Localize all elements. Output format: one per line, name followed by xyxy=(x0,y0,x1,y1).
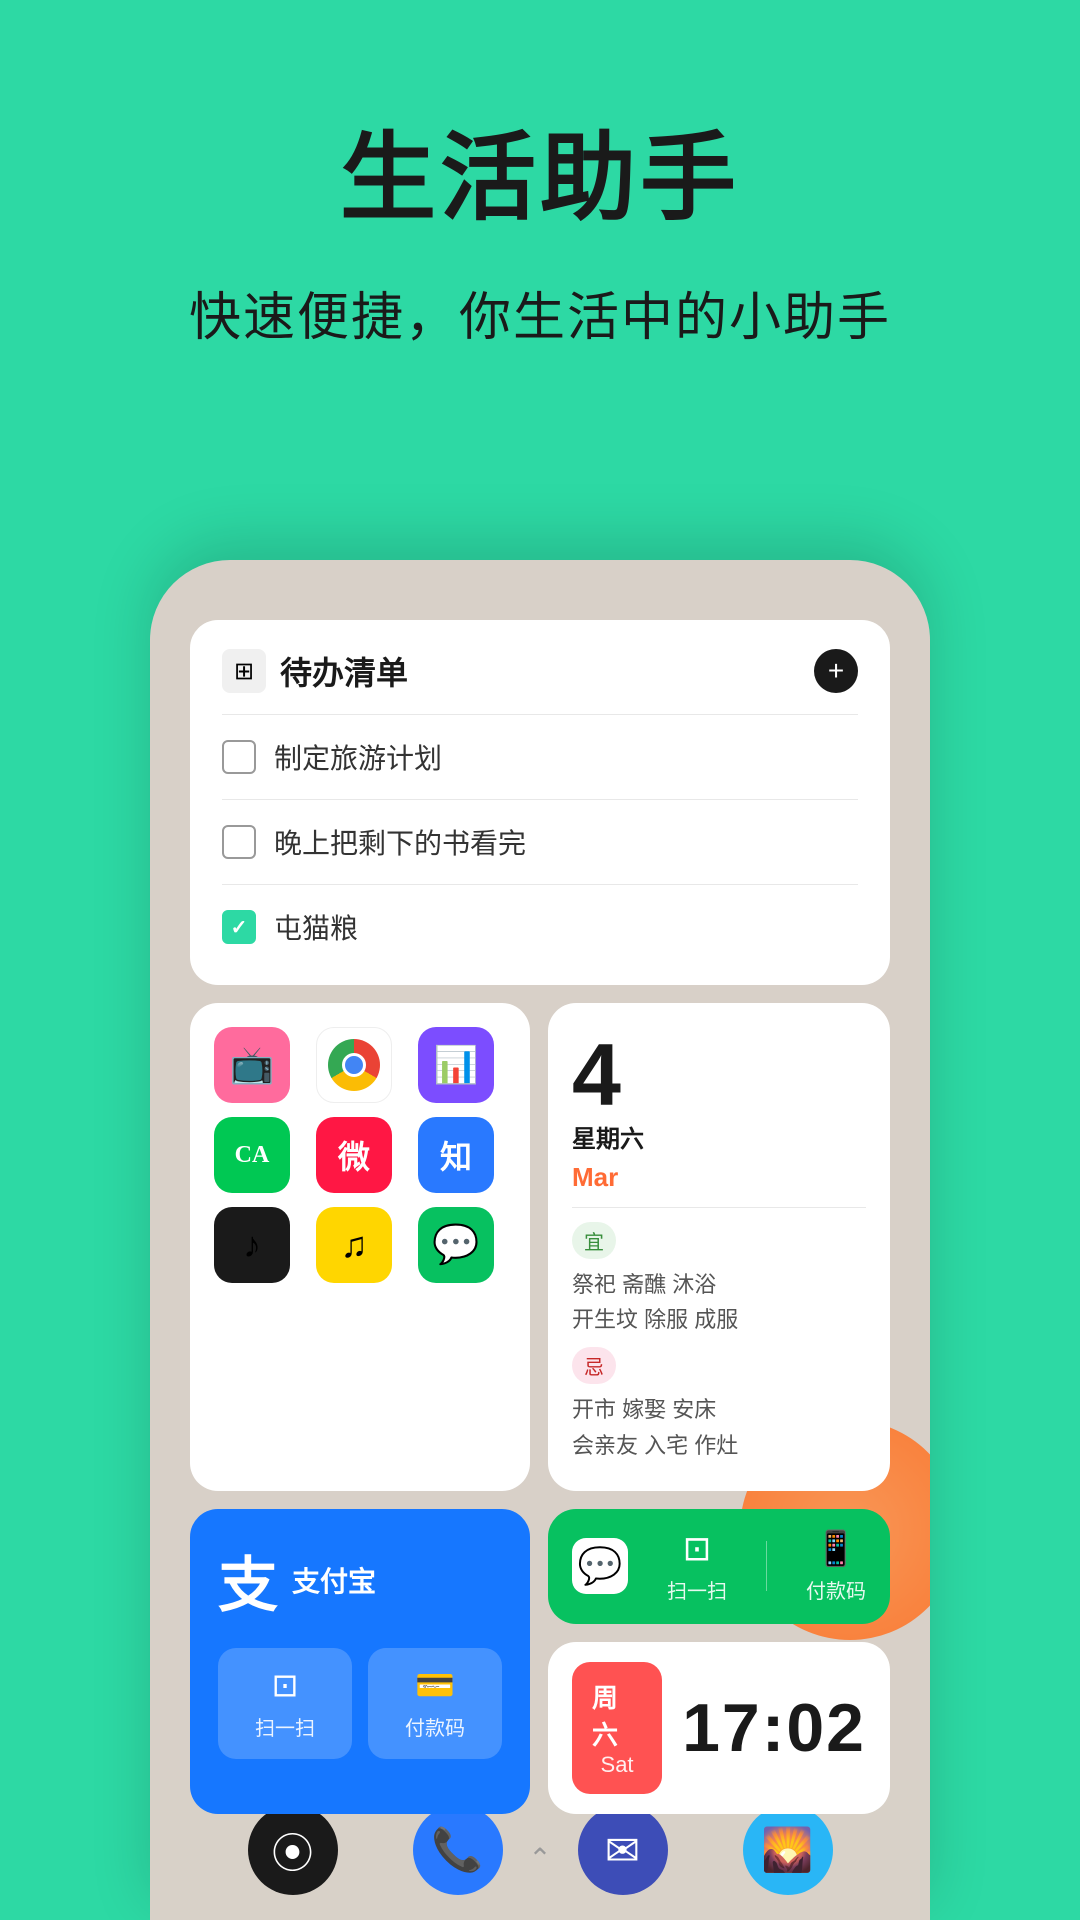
todo-list-icon: ⊞ xyxy=(222,649,266,693)
todo-divider-1 xyxy=(222,714,858,715)
clock-widget: 周六 Sat 17:02 xyxy=(548,1642,890,1814)
alipay-actions: ⊡ 扫一扫 💳 付款码 xyxy=(218,1648,502,1759)
todo-title: 待办清单 xyxy=(280,648,408,694)
todo-header: ⊞ 待办清单 + xyxy=(222,648,858,694)
wechat-icon: 💬 xyxy=(572,1538,628,1594)
wechat-scan-button[interactable]: ⊡ 扫一扫 xyxy=(667,1529,727,1604)
alipay-pay-button[interactable]: 💳 付款码 xyxy=(368,1648,502,1759)
wechat-quick-widget: 💬 ⊡ 扫一扫 📱 付款码 xyxy=(548,1509,890,1624)
cal-divider xyxy=(572,1207,866,1208)
clock-weekday-en: Sat xyxy=(601,1752,634,1778)
todo-text-2: 晚上把剩下的书看完 xyxy=(274,822,526,862)
alipay-header: 支 支付宝 xyxy=(218,1537,502,1624)
middle-row: 📺 📊 CA 微 知 xyxy=(190,1003,890,1491)
wechat-scan-icon: ⊡ xyxy=(683,1529,712,1569)
cal-good-items: 祭祀 斋醮 沐浴开生坟 除服 成服 xyxy=(572,1267,866,1337)
alipay-widget: 支 支付宝 ⊡ 扫一扫 💳 付款码 xyxy=(190,1509,530,1814)
todo-text-1: 制定旅游计划 xyxy=(274,737,442,777)
bottom-row: 支 支付宝 ⊡ 扫一扫 💳 付款码 � xyxy=(190,1509,890,1814)
app-title: 生活助手 xyxy=(0,100,1080,239)
right-column: 💬 ⊡ 扫一扫 📱 付款码 周六 Sat xyxy=(548,1509,890,1814)
app-chrome[interactable] xyxy=(316,1027,392,1103)
phone-mockup: ⊞ 待办清单 + 制定旅游计划 晚上把剩下的书看完 屯猫粮 xyxy=(150,560,930,1920)
alipay-scan-button[interactable]: ⊡ 扫一扫 xyxy=(218,1648,352,1759)
calendar-weekday: 星期六 xyxy=(572,1119,644,1154)
wechat-scan-label: 扫一扫 xyxy=(667,1575,727,1604)
alipay-logo: 支 xyxy=(218,1537,278,1624)
app-zhihu[interactable]: 知 xyxy=(418,1117,494,1193)
todo-checkbox-3[interactable] xyxy=(222,910,256,944)
cal-good-tag: 宜 xyxy=(572,1222,616,1259)
clock-time-display: 17:02 xyxy=(682,1689,866,1767)
app-subtitle: 快速便捷，你生活中的小助手 xyxy=(0,275,1080,350)
calendar-month: Mar xyxy=(572,1162,866,1193)
alipay-scan-icon: ⊡ xyxy=(272,1666,299,1704)
app-tiktok[interactable]: ♪ xyxy=(214,1207,290,1283)
todo-item-1[interactable]: 制定旅游计划 xyxy=(222,727,858,787)
todo-checkbox-2[interactable] xyxy=(222,825,256,859)
app-wechat-grid[interactable]: 💬 xyxy=(418,1207,494,1283)
todo-divider-3 xyxy=(222,884,858,885)
clock-weekday-zh: 周六 xyxy=(592,1678,642,1752)
alipay-scan-label: 扫一扫 xyxy=(255,1712,315,1741)
app-music[interactable]: ♫ xyxy=(316,1207,392,1283)
alipay-name: 支付宝 xyxy=(292,1560,376,1600)
cal-bad-tag: 忌 xyxy=(572,1347,616,1384)
app-grid: 📺 📊 CA 微 知 xyxy=(214,1027,506,1283)
wechat-pay-button[interactable]: 📱 付款码 xyxy=(806,1529,866,1604)
app-ca[interactable]: CA xyxy=(214,1117,290,1193)
todo-add-button[interactable]: + xyxy=(814,649,858,693)
todo-checkbox-1[interactable] xyxy=(222,740,256,774)
todo-header-left: ⊞ 待办清单 xyxy=(222,648,408,694)
widget-container: ⊞ 待办清单 + 制定旅游计划 晚上把剩下的书看完 屯猫粮 xyxy=(190,620,890,1875)
clock-day-badge: 周六 Sat xyxy=(572,1662,662,1794)
chevron-up-icon: ⌃ xyxy=(528,1842,551,1875)
todo-item-2[interactable]: 晚上把剩下的书看完 xyxy=(222,812,858,872)
calendar-widget: 4 星期六 Mar 宜 祭祀 斋醮 沐浴开生坟 除服 成服 忌 开市 嫁娶 安床… xyxy=(548,1003,890,1491)
todo-item-3[interactable]: 屯猫粮 xyxy=(222,897,858,957)
wechat-pay-icon: 📱 xyxy=(815,1529,857,1569)
todo-text-3: 屯猫粮 xyxy=(274,907,358,947)
app-grid-widget: 📺 📊 CA 微 知 xyxy=(190,1003,530,1491)
app-media[interactable]: 📺 xyxy=(214,1027,290,1103)
todo-widget: ⊞ 待办清单 + 制定旅游计划 晚上把剩下的书看完 屯猫粮 xyxy=(190,620,890,985)
app-weibo[interactable]: 微 xyxy=(316,1117,392,1193)
alipay-pay-icon: 💳 xyxy=(415,1666,455,1704)
cal-bad-items: 开市 嫁娶 安床会亲友 入宅 作灶 xyxy=(572,1392,866,1462)
todo-divider-2 xyxy=(222,799,858,800)
wechat-divider xyxy=(766,1541,767,1591)
app-analytics[interactable]: 📊 xyxy=(418,1027,494,1103)
calendar-date-num: 4 xyxy=(572,1031,866,1119)
header-section: 生活助手 快速便捷，你生活中的小助手 xyxy=(0,0,1080,350)
scroll-indicator: ⌃ xyxy=(190,1842,890,1875)
alipay-pay-label: 付款码 xyxy=(405,1712,465,1741)
wechat-pay-label: 付款码 xyxy=(806,1575,866,1604)
